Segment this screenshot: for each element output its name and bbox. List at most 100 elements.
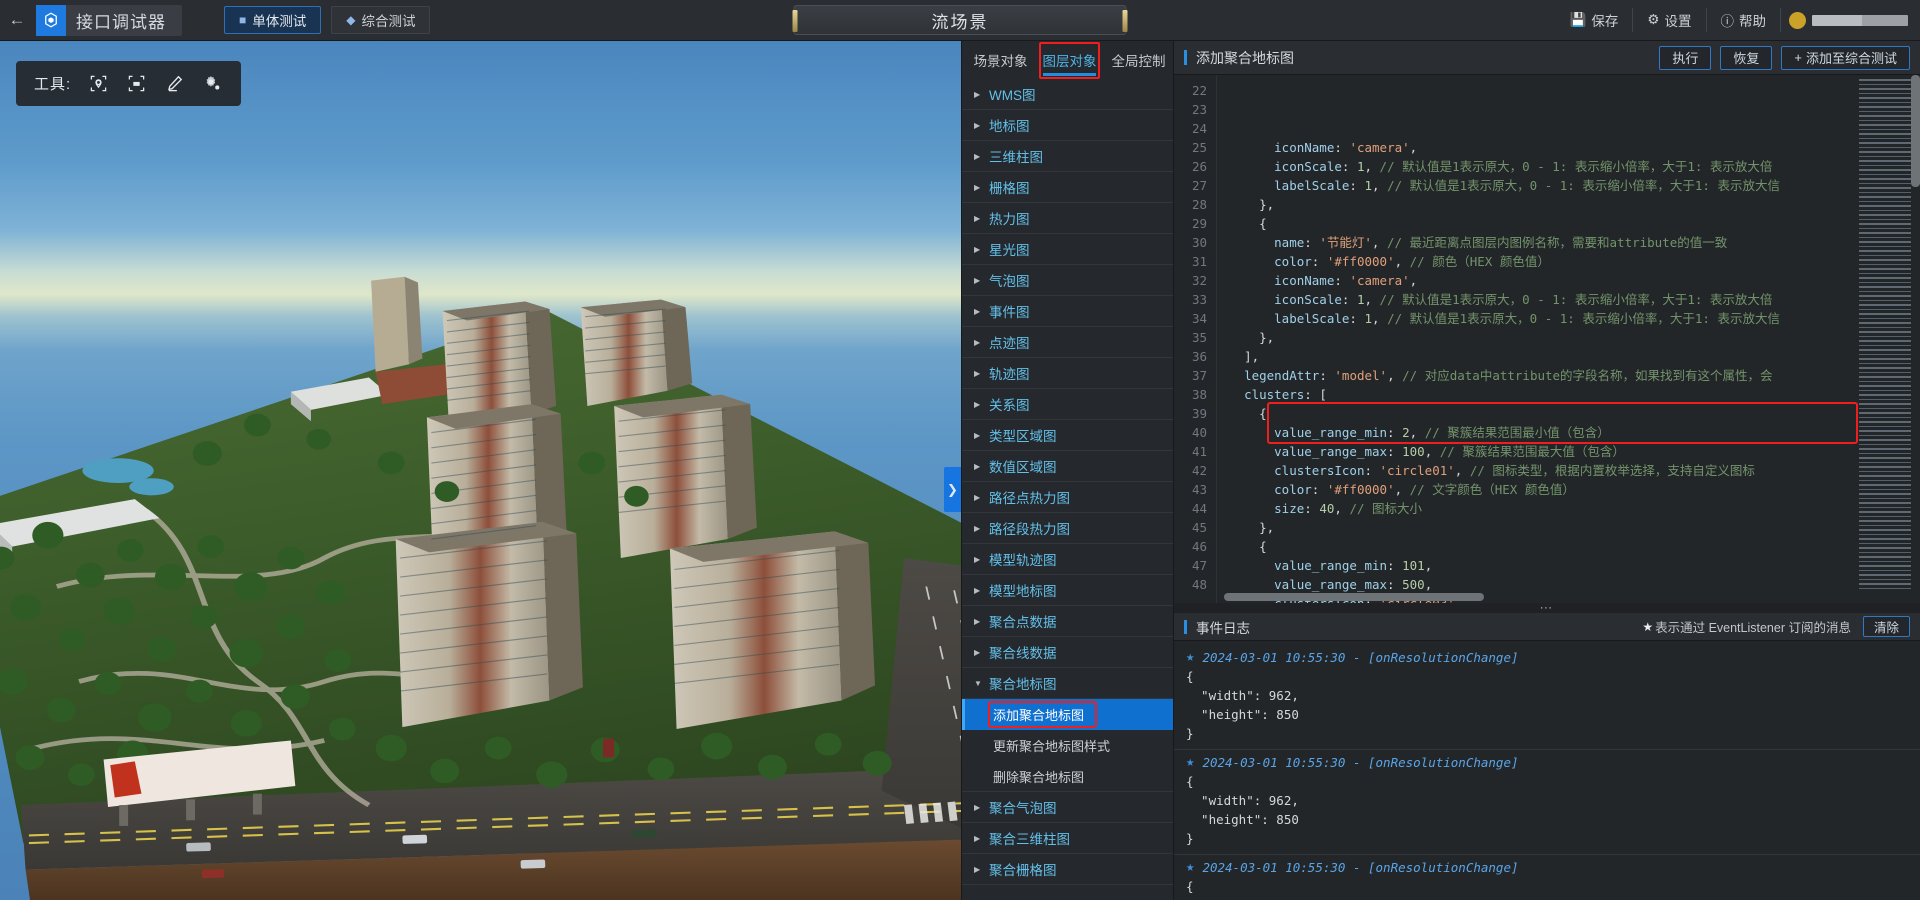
settings-button[interactable]: ⚙ 设置: [1633, 8, 1707, 32]
tree-node-value-area[interactable]: ▶ 数值区域图: [962, 451, 1173, 482]
code-editor[interactable]: 22 23 24 25 26 27 28 29 30 31 32 33 34 3…: [1174, 75, 1920, 603]
chevron-right-icon: ▶: [974, 430, 981, 440]
tree-item-add-cluster-landmark[interactable]: 添加聚合地标图: [962, 699, 1173, 730]
user-account[interactable]: [1781, 11, 1912, 29]
line-number-gutter: 22 23 24 25 26 27 28 29 30 31 32 33 34 3…: [1174, 75, 1216, 603]
tree-node-cluster-bubble[interactable]: ▶ 聚合气泡图: [962, 792, 1173, 823]
code-token: // 颜色（HEX 颜色值）: [1409, 254, 1550, 269]
tree-node-starlight[interactable]: ▶ 星光图: [962, 234, 1173, 265]
event-log-note: ★ 表示通过 EventListener 订阅的消息: [1642, 617, 1851, 636]
tab-global-control[interactable]: 全局控制: [1104, 41, 1173, 79]
code-line: labelScale: 1, // 默认值是1表示原大，0 - 1: 表示缩小倍…: [1217, 309, 1920, 328]
tab-layer-objects[interactable]: 图层对象: [1035, 41, 1104, 79]
tree-node-pointtrace[interactable]: ▶ 点迹图: [962, 327, 1173, 358]
chevron-right-icon: ▶: [974, 585, 981, 595]
chevron-right-icon: ▶: [974, 368, 981, 378]
tree-node-path-point-heat[interactable]: ▶ 路径点热力图: [962, 482, 1173, 513]
pencil-icon[interactable]: [163, 73, 185, 95]
clear-log-button[interactable]: 清除: [1862, 616, 1910, 637]
tab-scene-objects-label: 场景对象: [973, 54, 1028, 69]
tab-global-control-label: 全局控制: [1111, 54, 1166, 69]
restore-button[interactable]: 恢复: [1720, 45, 1773, 70]
log-body-json: { "width": 962, "height": 850 }: [1186, 669, 1299, 741]
code-line: legendAttr: 'model', // 对应data中attribute…: [1217, 366, 1920, 385]
tree-node-cluster-grid[interactable]: ▶ 聚合栅格图: [962, 854, 1173, 885]
tree-node-cluster-3dbar[interactable]: ▶ 聚合三维柱图: [962, 823, 1173, 854]
code-token: :: [1304, 501, 1320, 516]
code-token: },: [1259, 330, 1275, 345]
tree-child-label: 删除聚合地标图: [993, 769, 1085, 785]
run-button[interactable]: 执行: [1659, 45, 1712, 70]
tree-node-path-seg-heat[interactable]: ▶ 路径段热力图: [962, 513, 1173, 544]
tree-node-type-area[interactable]: ▶ 类型区域图: [962, 420, 1173, 451]
tab-scene-objects[interactable]: 场景对象: [966, 41, 1035, 79]
tree-node-heatmap[interactable]: ▶ 热力图: [962, 203, 1173, 234]
code-token: ,: [1409, 425, 1425, 440]
tree-node-label: 模型轨迹图: [989, 553, 1057, 568]
code-line: {: [1217, 214, 1920, 233]
tree-node-bubble[interactable]: ▶ 气泡图: [962, 265, 1173, 296]
tab-single-test-label: 单体测试: [252, 14, 307, 29]
code-token: 101: [1402, 558, 1425, 573]
app-body: 工具: ❯ 场景对象 图层对象 全局控制 ▶ WMS图 ▶ 地标图 ▶ 三维柱图…: [0, 41, 1920, 900]
tree-node-cluster-line-data[interactable]: ▶ 聚合线数据: [962, 637, 1173, 668]
scene-name-field[interactable]: 流场景: [792, 5, 1128, 35]
tree-node-label: 事件图: [989, 305, 1030, 320]
code-content[interactable]: iconName: 'camera', iconScale: 1, // 默认值…: [1216, 75, 1920, 603]
code-token: : [: [1304, 387, 1327, 402]
code-line: value_range_min: 101,: [1217, 556, 1920, 575]
help-button[interactable]: ⓘ 帮助: [1707, 8, 1781, 32]
add-to-integrated-test-button[interactable]: + 添加至综合测试: [1781, 45, 1910, 70]
chevron-right-icon[interactable]: ❯: [944, 467, 961, 512]
tree-node-model-landmark[interactable]: ▶ 模型地标图: [962, 575, 1173, 606]
save-button[interactable]: 💾 保存: [1556, 8, 1634, 32]
event-log-header: 事件日志 ★ 表示通过 EventListener 订阅的消息 清除: [1174, 613, 1920, 641]
code-line: clusters: [: [1217, 385, 1920, 404]
code-token: // 图标类型，根据内置枚举选择，支持自定义图标: [1469, 463, 1755, 478]
tree-item-update-cluster-landmark-style[interactable]: 更新聚合地标图样式: [962, 730, 1173, 761]
settings-label: 设置: [1664, 14, 1692, 29]
code-minimap[interactable]: [1859, 79, 1911, 589]
tab-single-test[interactable]: ■ 单体测试: [224, 6, 322, 34]
tree-child-label: 添加聚合地标图: [993, 708, 1085, 723]
tree-node-3dbar[interactable]: ▶ 三维柱图: [962, 141, 1173, 172]
layer-panel: 场景对象 图层对象 全局控制 ▶ WMS图 ▶ 地标图 ▶ 三维柱图 ▶ 栅格图 ▶ 热力…: [961, 41, 1174, 900]
tree-node-event[interactable]: ▶ 事件图: [962, 296, 1173, 327]
chevron-right-icon: ▶: [974, 523, 981, 533]
tree-node-relation[interactable]: ▶ 关系图: [962, 389, 1173, 420]
code-line: value_range_min: 2, // 聚簇结果范围最小值（包含）: [1217, 423, 1920, 442]
tree-node-label: 星光图: [989, 243, 1030, 258]
tab-integrated-test[interactable]: ◆ 综合测试: [331, 6, 431, 34]
editor-horizontal-scrollbar[interactable]: [1216, 592, 1920, 603]
code-token: // 对应data中attribute的字段名称，如果找到有这个属性，会: [1402, 368, 1773, 383]
tree-item-delete-cluster-landmark[interactable]: 删除聚合地标图: [962, 761, 1173, 792]
panel-splitter[interactable]: ⋯: [1174, 601, 1920, 614]
code-token: ,: [1372, 311, 1388, 326]
tree-node-cluster-point-data[interactable]: ▶ 聚合点数据: [962, 606, 1173, 637]
tree-node-model-track[interactable]: ▶ 模型轨迹图: [962, 544, 1173, 575]
marker-select-icon[interactable]: [87, 73, 109, 95]
3d-viewport[interactable]: 工具: ❯: [0, 41, 961, 900]
log-body-json: { "width": 962, "height": 850 }: [1186, 774, 1299, 846]
chevron-right-icon: ▶: [974, 120, 981, 130]
gear-icon[interactable]: [201, 73, 223, 95]
code-token: },: [1259, 197, 1275, 212]
tree-node-wms[interactable]: ▶ WMS图: [962, 79, 1173, 110]
code-line: },: [1217, 518, 1920, 537]
layer-tree[interactable]: ▶ WMS图 ▶ 地标图 ▶ 三维柱图 ▶ 栅格图 ▶ 热力图 ▶ 星光图 ▶ 气泡图 ▶ 事件…: [962, 79, 1173, 900]
code-token: value_range_min: [1274, 425, 1388, 440]
editor-vertical-scrollbar[interactable]: [1911, 75, 1920, 589]
layers-icon: ◆: [346, 13, 356, 27]
tree-node-grid[interactable]: ▶ 栅格图: [962, 172, 1173, 203]
tree-node-label: 三维柱图: [989, 150, 1043, 165]
code-token: ,: [1334, 501, 1350, 516]
event-log-list[interactable]: ★ 2024-03-01 10:55:30 - [onResolutionChan…: [1174, 641, 1920, 900]
back-arrow-icon[interactable]: ←: [0, 0, 34, 41]
tree-node-landmark[interactable]: ▶ 地标图: [962, 110, 1173, 141]
tree-node-cluster-landmark[interactable]: ▼ 聚合地标图: [962, 668, 1173, 699]
event-log-panel: 事件日志 ★ 表示通过 EventListener 订阅的消息 清除 ★ 2024…: [1174, 613, 1920, 900]
code-token: // 聚簇结果范围最小值（包含）: [1424, 425, 1610, 440]
tree-node-track[interactable]: ▶ 轨迹图: [962, 358, 1173, 389]
right-column: 添加聚合地标图 执行 恢复 + 添加至综合测试 22 23 24 25 26 2…: [1174, 41, 1920, 900]
box-select-icon[interactable]: [125, 73, 147, 95]
